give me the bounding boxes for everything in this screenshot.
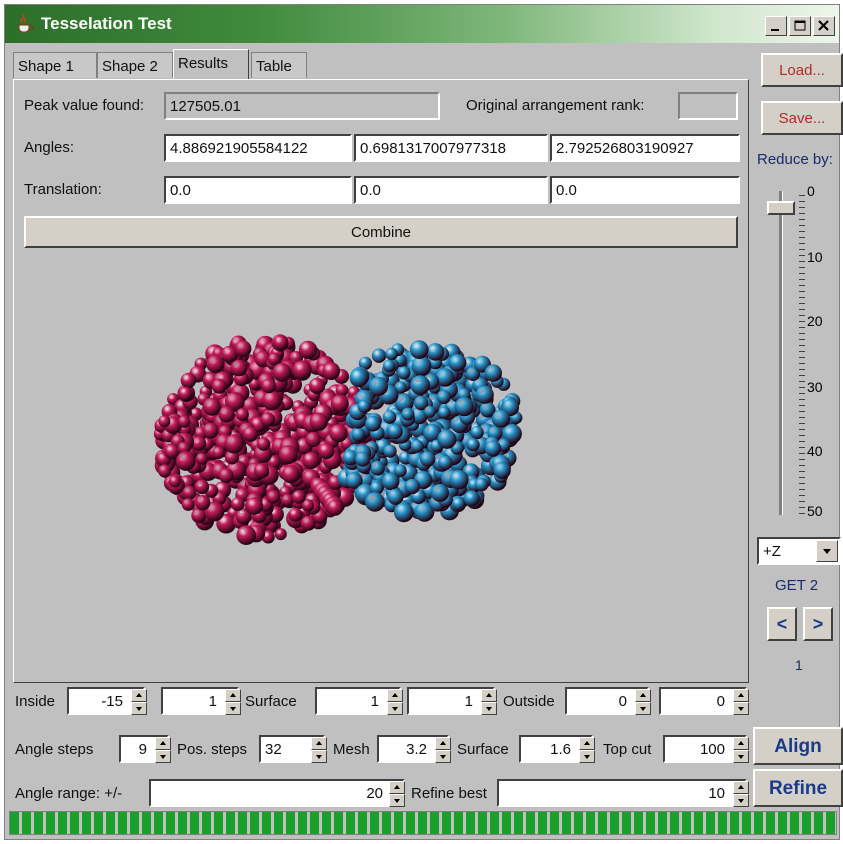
slider-tick-40: 40 — [807, 443, 823, 459]
top-cut-up-button[interactable] — [733, 737, 749, 750]
tab-shape-1[interactable]: Shape 1 — [13, 52, 97, 78]
load-button[interactable]: Load... — [761, 53, 843, 87]
slider-thumb[interactable] — [767, 201, 795, 215]
pos-steps-down-button[interactable] — [311, 750, 327, 763]
slider-tick-30: 30 — [807, 379, 823, 395]
combine-button[interactable]: Combine — [24, 216, 738, 248]
align-button[interactable]: Align — [753, 727, 843, 765]
pos-steps-label: Pos. steps — [177, 741, 248, 758]
inside-1-up-button[interactable] — [131, 689, 147, 702]
top-cut-down-button[interactable] — [733, 750, 749, 763]
maximize-icon — [794, 20, 806, 31]
angle-steps-up-button[interactable] — [155, 737, 171, 750]
refine-button[interactable]: Refine — [753, 769, 843, 807]
angle-1-input[interactable]: 4.886921905584122 — [164, 134, 352, 162]
outside-2-up-button[interactable] — [733, 689, 749, 702]
surface-step-label: Surface — [457, 741, 509, 758]
translation-x-input[interactable]: 0.0 — [164, 176, 352, 204]
peak-value-field: 127505.01 — [164, 92, 440, 120]
surface-step-up-button[interactable] — [579, 737, 595, 750]
get-label: GET 2 — [775, 577, 819, 594]
surface-1-up-button[interactable] — [387, 689, 403, 702]
inside-2-down-button[interactable] — [225, 702, 241, 715]
angle-range-up-button[interactable] — [389, 781, 405, 794]
progress-bar — [9, 811, 837, 835]
surface-label: Surface — [245, 693, 297, 710]
slider-tick-10: 10 — [807, 249, 823, 265]
save-button[interactable]: Save... — [761, 101, 843, 135]
mesh-down-button[interactable] — [435, 750, 451, 763]
translation-y-input[interactable]: 0.0 — [354, 176, 548, 204]
angles-label: Angles: — [24, 139, 75, 156]
top-cut-label: Top cut — [603, 741, 652, 758]
surface-2-up-button[interactable] — [481, 689, 497, 702]
pos-steps-up-button[interactable] — [311, 737, 327, 750]
angle-2-input[interactable]: 0.6981317007977318 — [354, 134, 548, 162]
shape-1-molecule — [154, 334, 377, 545]
minimize-button[interactable] — [765, 16, 787, 36]
angle-range-input[interactable]: 20 — [149, 779, 405, 807]
axis-select-value: +Z — [763, 543, 781, 560]
angle-range-down-button[interactable] — [389, 794, 405, 807]
translation-z-input[interactable]: 0.0 — [550, 176, 740, 204]
java-cup-icon — [15, 13, 35, 34]
slider-track — [779, 191, 783, 515]
slider-ticks — [799, 195, 805, 515]
minimize-icon — [771, 29, 779, 31]
title-bar[interactable]: Tesselation Test — [5, 5, 839, 43]
surface-2-down-button[interactable] — [481, 702, 497, 715]
next-button[interactable]: > — [803, 607, 833, 641]
reduce-by-label: Reduce by: — [757, 151, 833, 168]
rank-field — [678, 92, 738, 120]
slider-tick-20: 20 — [807, 313, 823, 329]
refine-best-input[interactable]: 10 — [497, 779, 747, 807]
inside-1-down-button[interactable] — [131, 702, 147, 715]
translation-label: Translation: — [24, 181, 102, 198]
app-window: Tesselation Test Shape 1 Shape 2 Results… — [4, 4, 843, 840]
close-icon — [818, 20, 829, 31]
outside-1-up-button[interactable] — [635, 689, 651, 702]
slider-tick-0: 0 — [807, 183, 815, 199]
mesh-up-button[interactable] — [435, 737, 451, 750]
tab-shape-2[interactable]: Shape 2 — [97, 52, 173, 78]
prev-button[interactable]: < — [767, 607, 797, 641]
outside-2-down-button[interactable] — [733, 702, 749, 715]
surface-1-down-button[interactable] — [387, 702, 403, 715]
maximize-button[interactable] — [789, 16, 811, 36]
slider-tick-50: 50 — [807, 503, 823, 519]
molecule-viewer[interactable] — [154, 290, 554, 590]
angle-3-input[interactable]: 2.792526803190927 — [550, 134, 740, 162]
close-button[interactable] — [813, 16, 835, 36]
inside-label: Inside — [15, 693, 56, 710]
params-panel: Inside -15 1 Surface 1 1 Outside 0 0 Ang… — [13, 685, 753, 815]
refine-best-label: Refine best — [411, 785, 487, 802]
outside-1-down-button[interactable] — [635, 702, 651, 715]
angle-steps-label: Angle steps — [15, 741, 94, 758]
chevron-down-icon[interactable] — [816, 540, 838, 562]
page-number: 1 — [795, 657, 803, 673]
angle-steps-down-button[interactable] — [155, 750, 171, 763]
refine-best-up-button[interactable] — [733, 781, 749, 794]
refine-best-down-button[interactable] — [733, 794, 749, 807]
shape-2-molecule — [337, 340, 523, 523]
rank-label: Original arrangement rank: — [466, 97, 645, 114]
tab-table[interactable]: Table — [251, 52, 307, 78]
window-title: Tesselation Test — [41, 14, 172, 33]
axis-select[interactable]: +Z — [757, 537, 841, 565]
outside-label: Outside — [503, 693, 555, 710]
surface-step-down-button[interactable] — [579, 750, 595, 763]
inside-2-up-button[interactable] — [225, 689, 241, 702]
results-panel: Peak value found: 127505.01 Original arr… — [13, 79, 749, 683]
angle-range-label: Angle range: +/- — [15, 785, 123, 802]
peak-value-label: Peak value found: — [24, 97, 145, 114]
mesh-label: Mesh — [333, 741, 370, 758]
tab-results[interactable]: Results — [173, 49, 249, 79]
